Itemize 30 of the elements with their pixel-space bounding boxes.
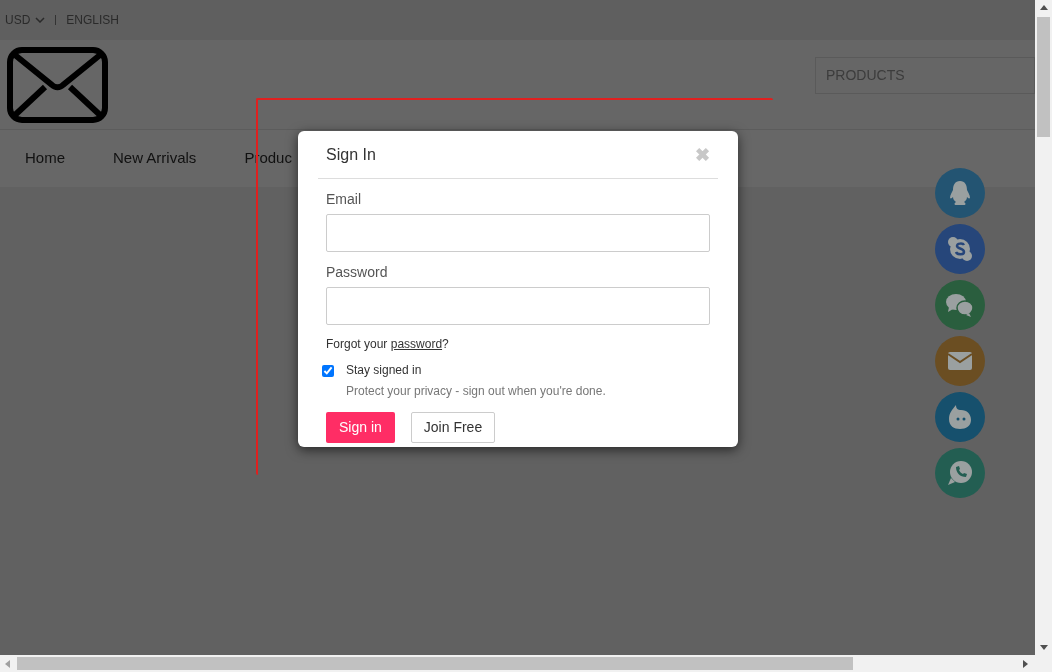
forgot-password-text: Forgot your password? bbox=[326, 336, 450, 353]
droplet-face-icon bbox=[948, 404, 972, 430]
arrow-left-icon[interactable] bbox=[5, 659, 10, 668]
password-input[interactable] bbox=[326, 287, 710, 325]
skype-icon bbox=[947, 236, 973, 262]
arrow-down-icon[interactable] bbox=[1039, 645, 1048, 650]
chevron-down-icon bbox=[35, 17, 46, 23]
email-input[interactable] bbox=[326, 214, 710, 252]
vertical-scrollbar[interactable] bbox=[1035, 0, 1052, 655]
join-free-button[interactable]: Join Free bbox=[410, 412, 496, 443]
checkbox-label: Stay signed in bbox=[346, 362, 423, 379]
scroll-thumb[interactable] bbox=[17, 657, 853, 670]
sign-in-button[interactable]: Sign in bbox=[326, 412, 395, 443]
phone-bubble-icon bbox=[947, 460, 973, 486]
field-label: Email bbox=[326, 190, 362, 209]
scroll-thumb[interactable] bbox=[1037, 17, 1050, 137]
envelope-icon bbox=[947, 351, 973, 371]
horizontal-scrollbar[interactable] bbox=[0, 655, 1052, 672]
privacy-note: Protect your privacy - sign out when you're done. bbox=[346, 383, 606, 400]
nav-link[interactable]: New Arrivals bbox=[113, 147, 197, 170]
dialog-title: Sign In bbox=[326, 144, 376, 165]
arrow-up-icon[interactable] bbox=[1039, 5, 1048, 10]
arrow-right-icon[interactable] bbox=[1023, 659, 1028, 668]
penguin-icon bbox=[949, 180, 971, 206]
stay-signed-in-checkbox[interactable] bbox=[322, 365, 334, 377]
nav-link[interactable]: Home bbox=[25, 147, 65, 170]
envelope-logo-icon bbox=[7, 46, 108, 123]
chat-bubbles-icon bbox=[945, 292, 975, 318]
password-link[interactable]: password bbox=[390, 337, 443, 351]
field-label: Password bbox=[326, 263, 389, 282]
